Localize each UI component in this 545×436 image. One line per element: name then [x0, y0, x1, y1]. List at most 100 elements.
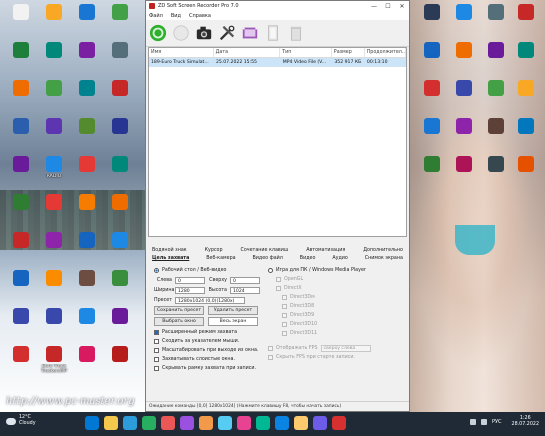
- clock[interactable]: 1:26 28.07.2022: [512, 416, 539, 428]
- checkbox-follow-mouse[interactable]: Сходить за указателем мыши.: [154, 337, 266, 346]
- desktop-icon[interactable]: [103, 194, 137, 212]
- desktop-capture-option[interactable]: Рабочий стол / Веб-видео: [154, 266, 266, 275]
- select-window-button[interactable]: Выбрать окно: [154, 317, 204, 326]
- network-icon[interactable]: [469, 419, 476, 425]
- desktop-icon[interactable]: [37, 4, 71, 22]
- option-direct3d9[interactable]: Direct3D9: [282, 311, 406, 320]
- checkbox[interactable]: [282, 322, 287, 327]
- desktop-icon[interactable]: [70, 156, 104, 174]
- checkbox-layered-windows[interactable]: Захватывать слоистые окна.: [154, 355, 266, 364]
- tab-audio[interactable]: Аудио: [332, 255, 348, 263]
- desktop-icon[interactable]: [482, 156, 510, 174]
- maximize-button[interactable]: ☐: [381, 3, 395, 10]
- tab-watermark[interactable]: Водяной знак: [152, 247, 187, 255]
- desktop-icon[interactable]: [37, 270, 71, 288]
- checkbox[interactable]: [276, 286, 281, 291]
- taskbar-app-icon[interactable]: [237, 416, 251, 430]
- screenshot-button[interactable]: [194, 23, 214, 43]
- desktop-icon[interactable]: [450, 118, 478, 136]
- taskbar-app-icon[interactable]: [161, 416, 175, 430]
- volume-icon[interactable]: [480, 419, 487, 425]
- desktop-icon[interactable]: [103, 4, 137, 22]
- desktop-icon[interactable]: [482, 42, 510, 60]
- tab-screenshot[interactable]: Снимок экрана: [365, 255, 403, 263]
- width-input[interactable]: 1280: [175, 286, 205, 294]
- option-direct3d10[interactable]: Direct3D10: [282, 320, 406, 329]
- desktop-icon[interactable]: RADIO: [37, 156, 71, 179]
- desktop-icon[interactable]: [37, 232, 71, 250]
- column-name[interactable]: Имя: [149, 48, 214, 57]
- desktop-icon[interactable]: [103, 232, 137, 250]
- desktop-icon[interactable]: [512, 118, 540, 136]
- checkbox[interactable]: [154, 357, 159, 362]
- desktop-icon[interactable]: [70, 346, 104, 364]
- tab-video-file[interactable]: Видео файл: [253, 255, 283, 263]
- fps-position-select[interactable]: сверху слева: [320, 345, 371, 352]
- column-date[interactable]: Дата: [214, 48, 281, 57]
- checkbox[interactable]: [276, 277, 281, 282]
- taskbar-app-icon[interactable]: [123, 416, 137, 430]
- desktop-icon[interactable]: [70, 42, 104, 60]
- taskbar-app-icon[interactable]: [104, 416, 118, 430]
- list-item[interactable]: 189-Euro Truck Simulat... 25.07.2022 15:…: [149, 58, 406, 67]
- taskbar-app-icon[interactable]: [142, 416, 156, 430]
- desktop-icon[interactable]: [482, 118, 510, 136]
- desktop-icon[interactable]: [450, 4, 478, 22]
- preset-select[interactable]: 1280x1024 (0,0)(1280x(: [175, 296, 245, 304]
- column-duration[interactable]: Продолжител...: [365, 48, 407, 57]
- desktop-icon[interactable]: [512, 80, 540, 98]
- taskbar-app-icon[interactable]: [85, 416, 99, 430]
- desktop-icon[interactable]: [37, 80, 71, 98]
- desktop-icon[interactable]: [103, 80, 137, 98]
- option-direct3d11[interactable]: Direct3D11: [282, 329, 406, 338]
- weather-widget[interactable]: 12°C Cloudy: [6, 415, 36, 427]
- desktop-icon[interactable]: [103, 346, 137, 364]
- menu-help[interactable]: Справка: [189, 13, 211, 19]
- option-directx[interactable]: DirectX: [276, 284, 406, 293]
- desktop-icon[interactable]: [4, 4, 38, 22]
- delete-button[interactable]: [286, 23, 306, 43]
- tab-cursor[interactable]: Курсор: [205, 247, 223, 255]
- desktop-icon[interactable]: [4, 156, 38, 174]
- taskbar-app-icon[interactable]: [332, 416, 346, 430]
- desktop-icon[interactable]: [70, 232, 104, 250]
- desktop-icon[interactable]: [37, 308, 71, 326]
- taskbar-app-icon[interactable]: [180, 416, 194, 430]
- desktop-icon[interactable]: [103, 270, 137, 288]
- fps-display-option[interactable]: Отображать FPS сверху слева: [268, 344, 406, 353]
- checkbox[interactable]: [268, 346, 273, 351]
- checkbox[interactable]: [154, 348, 159, 353]
- desktop-icon[interactable]: [4, 232, 38, 250]
- pause-button[interactable]: [171, 23, 191, 43]
- close-button[interactable]: ✕: [395, 3, 409, 10]
- tab-advanced[interactable]: Дополнительно: [363, 247, 403, 255]
- checkbox-scale-on-exit[interactable]: Масштабировать при выходе из окна.: [154, 346, 266, 355]
- desktop-icon[interactable]: [70, 194, 104, 212]
- tab-video[interactable]: Видео: [300, 255, 316, 263]
- taskbar-app-icon[interactable]: [275, 416, 289, 430]
- desktop-icon[interactable]: [37, 194, 71, 212]
- desktop-icon[interactable]: [103, 42, 137, 60]
- desktop-icon[interactable]: [4, 42, 38, 60]
- desktop-icon[interactable]: [4, 346, 38, 364]
- settings-button[interactable]: [217, 23, 237, 43]
- taskbar-app-icon[interactable]: [256, 416, 270, 430]
- desktop-icon[interactable]: [37, 42, 71, 60]
- desktop-icon[interactable]: [482, 80, 510, 98]
- full-screen-button[interactable]: Весь экран: [208, 317, 258, 326]
- file-button[interactable]: [263, 23, 283, 43]
- tab-automation[interactable]: Автоматизация: [306, 247, 345, 255]
- tab-webcam[interactable]: Веб-камера: [206, 255, 235, 263]
- checkbox[interactable]: [282, 313, 287, 318]
- desktop-icon[interactable]: [418, 42, 446, 60]
- desktop-icon[interactable]: [512, 4, 540, 22]
- save-preset-button[interactable]: Сохранить пресет: [154, 306, 204, 315]
- desktop-icon[interactable]: [70, 4, 104, 22]
- menu-file[interactable]: Файл: [149, 13, 163, 19]
- tab-capture-target[interactable]: Цель захвата: [152, 255, 189, 263]
- desktop-icon[interactable]: [103, 156, 137, 174]
- checkbox[interactable]: [282, 331, 287, 336]
- option-opengl[interactable]: OpenGL: [276, 275, 406, 284]
- desktop-icon[interactable]: [37, 118, 71, 136]
- desktop-icon[interactable]: [450, 156, 478, 174]
